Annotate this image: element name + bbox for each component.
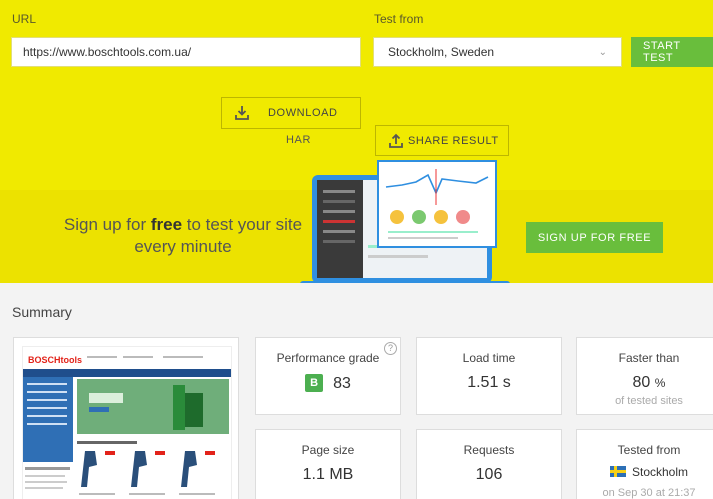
laptop-illustration — [300, 160, 510, 283]
url-input[interactable] — [11, 37, 361, 67]
performance-grade-value: B 83 — [256, 374, 400, 393]
requests-value: 106 — [475, 466, 503, 483]
performance-grade-label: Performance grade — [276, 351, 380, 365]
requests-label: Requests — [463, 443, 515, 457]
tested-from-label: Tested from — [617, 443, 681, 457]
page-size-label: Page size — [301, 443, 355, 457]
tested-from-date: on Sep 30 at 21:37 — [602, 487, 696, 499]
grade-badge: B — [305, 374, 324, 392]
screenshot-thumbnail: BOSCHtools — [22, 346, 232, 499]
tested-from-city: Stockholm — [631, 465, 689, 479]
summary-title: Summary — [12, 304, 72, 320]
help-icon[interactable]: ? — [384, 342, 397, 355]
requests-card: Requests 106 — [416, 429, 562, 499]
page-size-value: 1.1 MB — [302, 466, 354, 483]
download-icon — [235, 106, 249, 120]
location-select[interactable]: Stockholm, Sweden ⌄ — [373, 37, 622, 67]
load-time-value: 1.51 s — [467, 374, 511, 391]
performance-score: 83 — [333, 375, 351, 392]
har-label: HAR — [286, 134, 312, 146]
location-value: Stockholm, Sweden — [388, 45, 495, 59]
faster-than-card: Faster than 80 % of tested sites — [576, 337, 713, 415]
load-time-label: Load time — [462, 351, 516, 365]
signup-button[interactable]: SIGN UP FOR FREE — [526, 222, 663, 253]
sweden-flag-icon — [609, 466, 626, 477]
site-logo-text: BOSCHtools — [28, 355, 82, 365]
chevron-down-icon: ⌄ — [598, 46, 607, 58]
share-label: SHARE RESULT — [408, 134, 499, 147]
faster-than-unit: % — [654, 376, 666, 390]
page-size-card: Page size 1.1 MB — [255, 429, 401, 499]
promo-text-before: Sign up for — [63, 215, 151, 234]
location-label: Test from — [374, 12, 424, 26]
download-label: DOWNLOAD — [268, 107, 338, 119]
faster-than-value: 80 % — [577, 374, 713, 392]
website-preview-image: BOSCHtools — [23, 347, 231, 499]
promo-text-bold: free — [150, 215, 183, 234]
faster-than-sub: of tested sites — [615, 395, 683, 407]
test-form-panel: URL Test from Stockholm, Sweden ⌄ START … — [0, 0, 713, 283]
faster-than-number: 80 — [632, 374, 651, 391]
tested-from-value: Stockholm — [577, 465, 713, 479]
url-label: URL — [12, 12, 37, 26]
page-screenshot[interactable]: BOSCHtools — [13, 337, 239, 499]
faster-than-label: Faster than — [618, 351, 680, 365]
share-icon — [389, 133, 403, 148]
share-result-button[interactable]: SHARE RESULT — [375, 125, 509, 156]
load-time-card: Load time 1.51 s — [416, 337, 562, 415]
promo-text: Sign up for free to test your site every… — [60, 214, 306, 258]
performance-grade-card: Performance grade ? B 83 — [255, 337, 401, 415]
tested-from-card: Tested from Stockholm on Sep 30 at 21:37 — [576, 429, 713, 499]
download-har-button[interactable]: DOWNLOAD — [221, 97, 361, 129]
start-test-button[interactable]: START TEST — [631, 37, 713, 67]
